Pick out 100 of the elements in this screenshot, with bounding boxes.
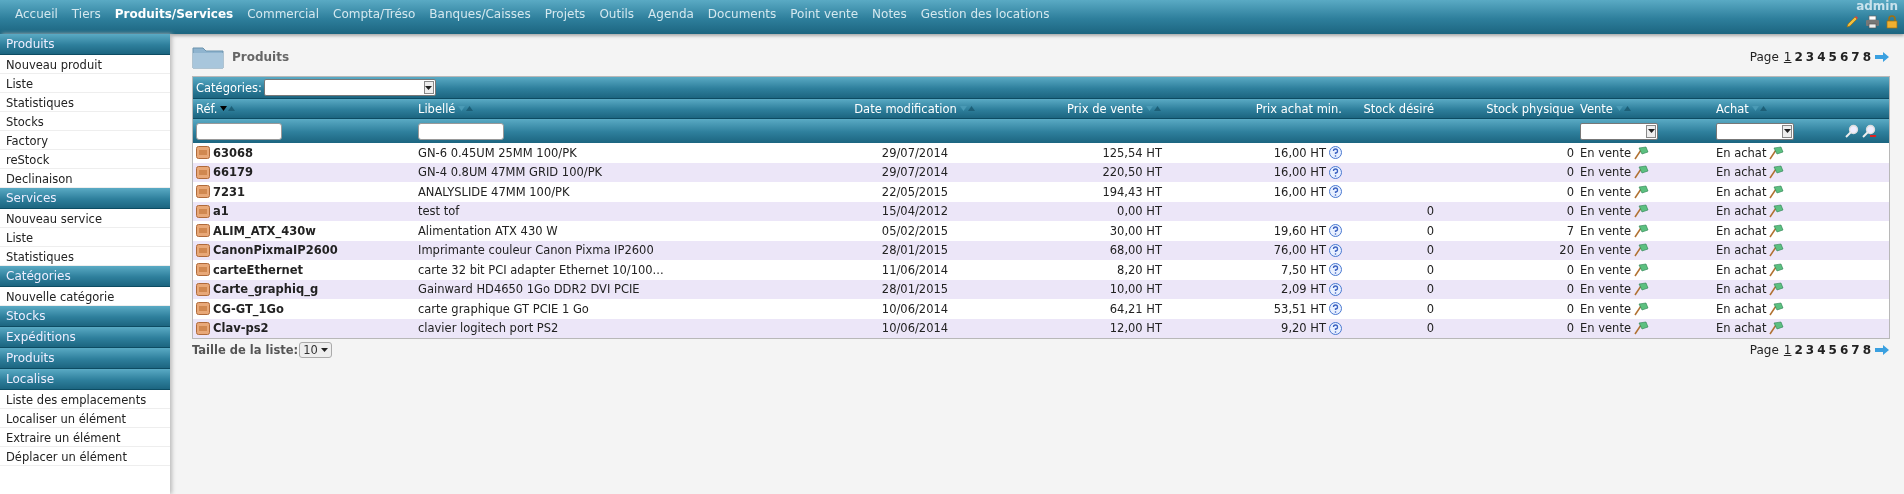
filter-dropdown[interactable] (1716, 122, 1794, 140)
product-ref-link[interactable]: ALIM_ATX_430w (213, 223, 316, 238)
help-icon[interactable] (1329, 321, 1342, 335)
product-ref-link[interactable]: CanonPixmaIP2600 (213, 243, 338, 258)
list-size-dropdown[interactable]: 10 (299, 342, 332, 358)
sidebar-section-title[interactable]: Stocks (0, 306, 170, 327)
column-header[interactable]: Stock physique (1486, 101, 1574, 116)
table-cell: 29/07/2014 (881, 165, 949, 180)
table-cell: 22/05/2015 (881, 184, 949, 199)
product-ref-link[interactable]: 7231 (213, 184, 245, 199)
sort-icon[interactable] (220, 105, 237, 112)
product-ref-link[interactable]: carteEthernet (213, 262, 304, 277)
filter-field[interactable] (418, 122, 504, 140)
help-icon[interactable] (1329, 146, 1342, 160)
page-link[interactable]: 3 (1805, 343, 1815, 357)
clear-search-icon[interactable] (1861, 124, 1876, 138)
sidebar-section-title[interactable]: Produits (0, 348, 170, 369)
sidebar-item[interactable]: Extraire un élément (0, 428, 170, 447)
column-header[interactable]: Prix de vente (1067, 101, 1143, 116)
box-icon (196, 204, 210, 218)
page-link[interactable]: 1 (1783, 343, 1792, 357)
page-link[interactable]: 8 (1862, 50, 1871, 64)
sidebar-section-title[interactable]: Services (0, 188, 170, 209)
page-link[interactable]: 8 (1862, 343, 1871, 357)
page-link[interactable]: 3 (1805, 50, 1815, 64)
help-icon[interactable] (1329, 282, 1342, 296)
table-cell: 10,00 HT (1109, 282, 1162, 297)
sidebar-section-title[interactable]: Localise (0, 369, 170, 390)
page-link[interactable]: 6 (1839, 343, 1849, 357)
flag-icon (1633, 301, 1649, 316)
column-header[interactable]: Stock désiré (1363, 101, 1434, 116)
search-icon[interactable] (1844, 124, 1859, 138)
sidebar-item[interactable]: Factory (0, 131, 170, 150)
column-header[interactable]: Date modification (854, 101, 957, 116)
page-link[interactable]: 2 (1794, 50, 1803, 64)
sale-status: En vente (1580, 204, 1631, 219)
page-link[interactable]: 4 (1817, 343, 1826, 357)
sidebar-item[interactable]: Statistiques (0, 93, 170, 112)
help-icon[interactable] (1329, 243, 1342, 257)
page-link[interactable]: 5 (1828, 343, 1837, 357)
product-ref-link[interactable]: 66179 (213, 165, 253, 180)
table-cell: 194,43 HT (1102, 184, 1162, 199)
table-cell: 0 (1426, 321, 1434, 336)
page-link[interactable]: 6 (1839, 50, 1849, 64)
box-icon (196, 185, 210, 199)
next-arrow-icon[interactable] (1874, 51, 1890, 63)
table-cell: carte 32 bit PCI adapter Ethernet 10/100... (418, 262, 664, 277)
sidebar-item[interactable]: Liste (0, 74, 170, 93)
product-ref-link[interactable]: CG-GT_1Go (213, 301, 284, 316)
help-icon[interactable] (1329, 302, 1342, 316)
page-link[interactable]: 4 (1817, 50, 1826, 64)
flag-icon (1633, 204, 1649, 219)
categories-dropdown[interactable] (263, 79, 436, 96)
flag-icon (1769, 145, 1785, 160)
filter-dropdown[interactable] (1580, 122, 1658, 140)
sidebar-section-title[interactable]: Catégories (0, 266, 170, 287)
sidebar-section-title[interactable]: Expéditions (0, 327, 170, 348)
table-cell: 0 (1566, 282, 1574, 297)
sidebar-item[interactable]: Localiser un élément (0, 409, 170, 428)
column-header[interactable]: Achat (1716, 101, 1749, 116)
printer-icon[interactable] (1865, 15, 1880, 29)
sidebar-item[interactable]: Nouveau produit (0, 55, 170, 74)
flag-icon (1769, 204, 1785, 219)
table-cell: 19,60 HT (1273, 223, 1326, 238)
page-link[interactable]: 7 (1851, 50, 1860, 64)
lock-icon[interactable] (1886, 15, 1898, 29)
sidebar-section-title[interactable]: Produits (0, 34, 170, 55)
box-icon (196, 224, 210, 238)
product-ref-link[interactable]: a1 (213, 204, 229, 219)
help-icon[interactable] (1329, 224, 1342, 238)
sidebar-item[interactable]: Nouveau service (0, 209, 170, 228)
next-arrow-icon[interactable] (1874, 344, 1890, 356)
product-ref-link[interactable]: Carte_graphiq_g (213, 282, 319, 297)
sidebar-item[interactable]: Liste (0, 228, 170, 247)
column-header[interactable]: Prix achat min. (1255, 101, 1342, 116)
filter-field[interactable] (196, 122, 282, 140)
table-cell: 0 (1426, 301, 1434, 316)
purchase-status: En achat (1716, 321, 1767, 336)
purchase-status: En achat (1716, 223, 1767, 238)
page-link[interactable]: 1 (1783, 50, 1792, 64)
help-icon[interactable] (1329, 165, 1342, 179)
product-ref-link[interactable]: 63068 (213, 145, 253, 160)
menu-item[interactable]: Produits/Services (107, 7, 241, 21)
product-ref-link[interactable]: Clav-ps2 (213, 321, 269, 336)
sidebar-item[interactable]: Liste des emplacements (0, 390, 170, 409)
sidebar-item[interactable]: Déplacer un élément (0, 447, 170, 466)
column-header[interactable]: Libellé (418, 101, 456, 116)
table-cell: GN-4 0.8UM 47MM GRID 100/PK (418, 165, 603, 180)
help-icon[interactable] (1329, 185, 1342, 199)
page-link[interactable]: 7 (1851, 343, 1860, 357)
page-link[interactable]: 2 (1794, 343, 1803, 357)
pencil-icon[interactable] (1845, 15, 1859, 29)
page-link[interactable]: 5 (1828, 50, 1837, 64)
sidebar-item[interactable]: Stocks (0, 112, 170, 131)
sidebar-item[interactable]: reStock (0, 150, 170, 169)
table-cell: 15/04/2012 (881, 204, 949, 219)
column-header[interactable]: Vente (1580, 101, 1613, 116)
column-header[interactable]: Réf. (196, 101, 218, 116)
purchase-status: En achat (1716, 301, 1767, 316)
help-icon[interactable] (1329, 263, 1342, 277)
